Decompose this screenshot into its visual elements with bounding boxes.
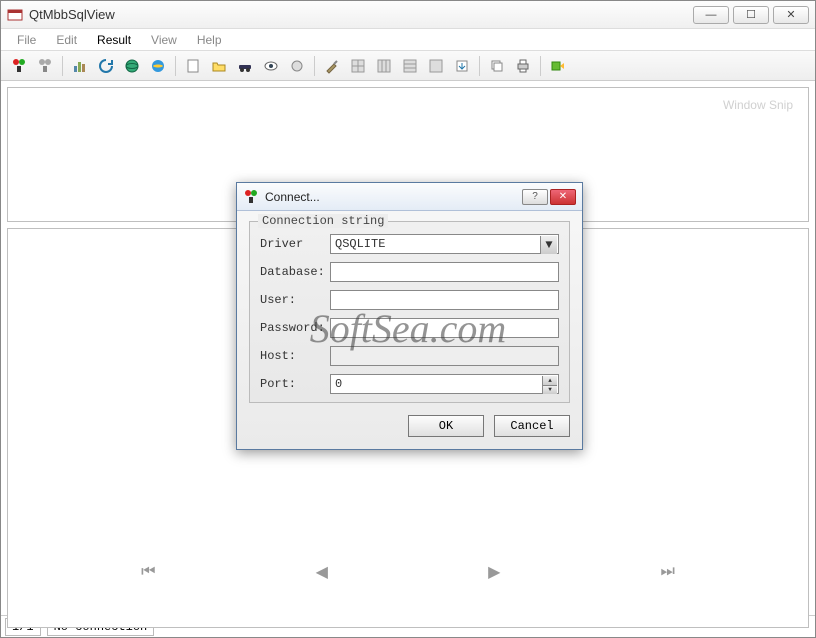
export-icon[interactable] <box>450 54 474 78</box>
grid2-icon[interactable] <box>372 54 396 78</box>
app-title: QtMbbSqlView <box>29 7 693 22</box>
eye-icon[interactable] <box>259 54 283 78</box>
maximize-button[interactable]: ☐ <box>733 6 769 24</box>
menubar: File Edit Result View Help <box>1 29 815 51</box>
spinner-up-icon[interactable]: ▲ <box>542 376 557 386</box>
folder-open-icon[interactable] <box>207 54 231 78</box>
toolbar-separator <box>62 56 63 76</box>
dialog-title: Connect... <box>265 190 522 204</box>
app-icon <box>7 7 23 23</box>
ok-button[interactable]: OK <box>408 415 484 437</box>
stop-icon[interactable] <box>285 54 309 78</box>
copy-icon[interactable] <box>485 54 509 78</box>
menu-edit[interactable]: Edit <box>46 31 87 49</box>
last-page-icon[interactable]: ⏭ <box>661 563 675 581</box>
grid4-icon[interactable] <box>424 54 448 78</box>
next-page-icon[interactable]: ▶ <box>488 562 500 582</box>
user-input[interactable] <box>330 290 559 310</box>
spinner-down-icon[interactable]: ▼ <box>542 386 557 395</box>
grid1-icon[interactable] <box>346 54 370 78</box>
toolbar-separator <box>314 56 315 76</box>
host-label: Host: <box>260 349 330 363</box>
window-controls: — ☐ ✕ <box>693 6 809 24</box>
window-snip-label: Window Snip <box>723 98 793 112</box>
minimize-button[interactable]: — <box>693 6 729 24</box>
toolbar <box>1 51 815 81</box>
database-input[interactable] <box>330 262 559 282</box>
toolbar-separator <box>479 56 480 76</box>
grid3-icon[interactable] <box>398 54 422 78</box>
toolbar-separator <box>175 56 176 76</box>
menu-view[interactable]: View <box>141 31 187 49</box>
globe-icon[interactable] <box>120 54 144 78</box>
connect-dialog: Connect... ? ✕ Connection string Driver … <box>236 182 583 450</box>
navigation-bar: ⏮ ◀ ▶ ⏭ <box>1 557 815 587</box>
connection-groupbox: Connection string Driver QSQLITE ▼ Datab… <box>249 221 570 403</box>
dialog-help-button[interactable]: ? <box>522 189 548 205</box>
password-input[interactable] <box>330 318 559 338</box>
first-page-icon[interactable]: ⏮ <box>141 563 155 581</box>
ie-icon[interactable] <box>146 54 170 78</box>
groupbox-legend: Connection string <box>258 214 388 228</box>
menu-help[interactable]: Help <box>187 31 232 49</box>
cancel-button[interactable]: Cancel <box>494 415 570 437</box>
dialog-body: Connection string Driver QSQLITE ▼ Datab… <box>237 211 582 449</box>
prev-page-icon[interactable]: ◀ <box>316 562 328 582</box>
driver-value: QSQLITE <box>335 237 385 251</box>
chevron-down-icon[interactable]: ▼ <box>540 236 557 254</box>
car-icon[interactable] <box>233 54 257 78</box>
dialog-close-button[interactable]: ✕ <box>550 189 576 205</box>
toolbar-separator <box>540 56 541 76</box>
tools-icon[interactable] <box>320 54 344 78</box>
dialog-button-row: OK Cancel <box>249 415 570 437</box>
driver-combobox[interactable]: QSQLITE ▼ <box>330 234 559 254</box>
menu-file[interactable]: File <box>7 31 46 49</box>
port-value: 0 <box>335 377 342 391</box>
password-label: Password: <box>260 321 330 335</box>
dialog-titlebar: Connect... ? ✕ <box>237 183 582 211</box>
refresh-icon[interactable] <box>94 54 118 78</box>
document-icon[interactable] <box>181 54 205 78</box>
connect-icon[interactable] <box>7 54 31 78</box>
driver-label: Driver <box>260 237 330 251</box>
menu-result[interactable]: Result <box>87 31 141 49</box>
port-label: Port: <box>260 377 330 391</box>
run-icon[interactable] <box>546 54 570 78</box>
database-label: Database: <box>260 265 330 279</box>
titlebar: QtMbbSqlView — ☐ ✕ <box>1 1 815 29</box>
close-button[interactable]: ✕ <box>773 6 809 24</box>
print-icon[interactable] <box>511 54 535 78</box>
user-label: User: <box>260 293 330 307</box>
traffic-light-icon <box>243 189 259 205</box>
chart-icon[interactable] <box>68 54 92 78</box>
port-spinner[interactable]: 0 ▲ ▼ <box>330 374 559 394</box>
disconnect-icon[interactable] <box>33 54 57 78</box>
host-input[interactable] <box>330 346 559 366</box>
